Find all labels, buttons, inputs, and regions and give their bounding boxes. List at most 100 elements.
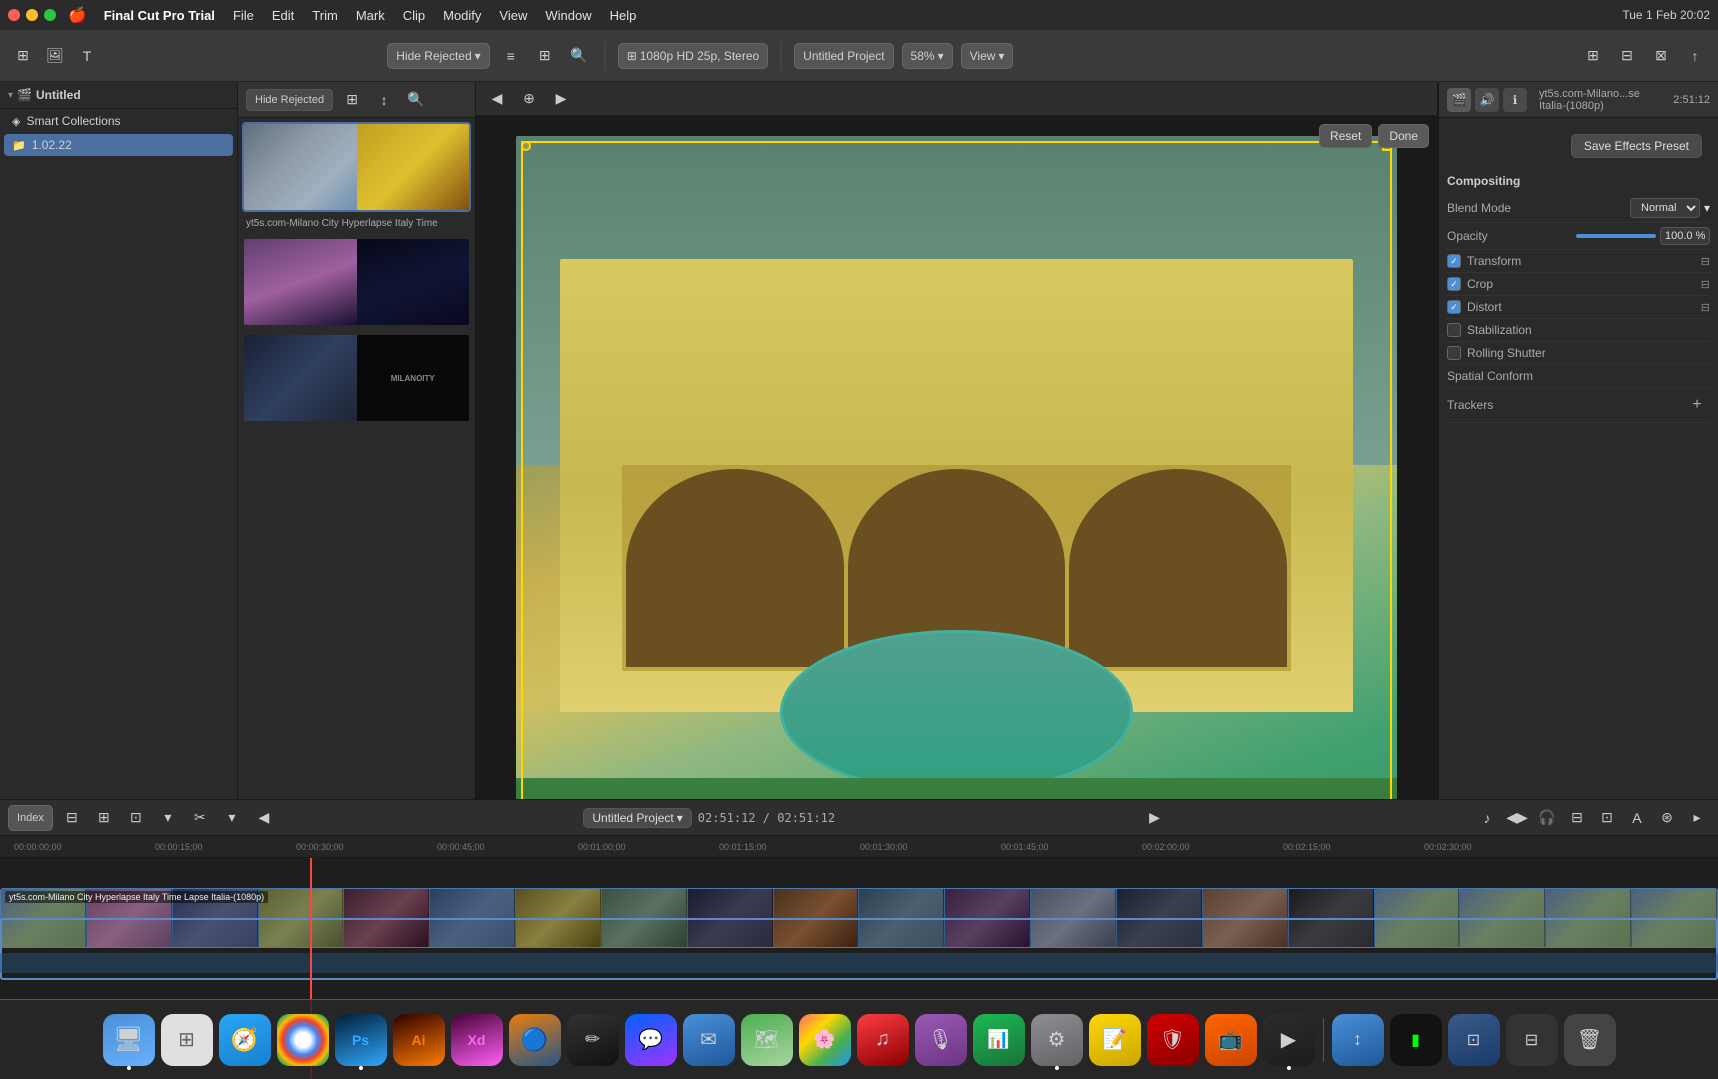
- dock-blender[interactable]: 🔵: [509, 1014, 561, 1066]
- dock-music[interactable]: ♫: [857, 1014, 909, 1066]
- toolbar-layout1[interactable]: ⊞: [1580, 43, 1606, 69]
- browser-sort[interactable]: ↕: [371, 87, 397, 113]
- sidebar-collapse-icon[interactable]: ▾: [8, 90, 13, 101]
- clip-item-2[interactable]: [242, 237, 471, 327]
- dock-safari[interactable]: 🧭: [219, 1014, 271, 1066]
- transform-expand-icon[interactable]: ⊟: [1701, 255, 1710, 268]
- dock-misc1[interactable]: ⊟: [1506, 1014, 1558, 1066]
- timeline-zoom-out[interactable]: ◀▶: [1504, 805, 1530, 831]
- dock-illustrator[interactable]: Ai: [393, 1014, 445, 1066]
- toolbar-share[interactable]: ↑: [1682, 43, 1708, 69]
- view-type-grid[interactable]: ⊞: [532, 43, 558, 69]
- rolling-shutter-checkbox[interactable]: [1447, 346, 1461, 360]
- opacity-input[interactable]: [1660, 227, 1710, 245]
- filter-hide-rejected[interactable]: Hide Rejected: [246, 89, 333, 111]
- dock-trash[interactable]: 🗑: [1564, 1014, 1616, 1066]
- timeline-selector[interactable]: ▾: [155, 805, 181, 831]
- timeline-record[interactable]: ⊛: [1654, 805, 1680, 831]
- stabilization-checkbox[interactable]: [1447, 323, 1461, 337]
- sidebar-item-date[interactable]: 📁 1.02.22: [4, 134, 233, 156]
- viewer-transform[interactable]: ⊕: [516, 86, 542, 112]
- dock-photoshop[interactable]: Ps: [335, 1014, 387, 1066]
- browser-search[interactable]: 🔍: [403, 87, 429, 113]
- timeline-next[interactable]: ▶: [1142, 805, 1168, 831]
- timeline-zoom-audio[interactable]: ♪: [1474, 805, 1500, 831]
- menu-trim[interactable]: Trim: [305, 6, 345, 25]
- crop-expand-icon[interactable]: ⊟: [1701, 278, 1710, 291]
- menu-mark[interactable]: Mark: [349, 6, 392, 25]
- timeline-project-dropdown[interactable]: Untitled Project ▾: [583, 808, 691, 828]
- dock-airdrop[interactable]: ↕: [1332, 1014, 1384, 1066]
- timeline-auto[interactable]: A: [1624, 805, 1650, 831]
- clip-row-2[interactable]: [242, 237, 471, 327]
- dock-finder[interactable]: 🖥: [103, 1014, 155, 1066]
- index-button[interactable]: Index: [8, 805, 53, 831]
- dock-taskman[interactable]: ⊡: [1448, 1014, 1500, 1066]
- project-dropdown[interactable]: Untitled Project: [794, 43, 893, 69]
- menu-modify[interactable]: Modify: [436, 6, 488, 25]
- dock-maps[interactable]: 🗺: [741, 1014, 793, 1066]
- dock-podcasts[interactable]: 🎙: [915, 1014, 967, 1066]
- menu-clip[interactable]: Clip: [396, 6, 432, 25]
- blend-mode-select[interactable]: Normal: [1630, 198, 1700, 218]
- distort-expand-icon[interactable]: ⊟: [1701, 301, 1710, 314]
- add-tracker-button[interactable]: +: [1684, 392, 1710, 418]
- app-name[interactable]: Final Cut Pro Trial: [97, 6, 222, 25]
- toolbar-layout3[interactable]: ⊠: [1648, 43, 1674, 69]
- fullscreen-button[interactable]: [44, 9, 56, 21]
- search-btn[interactable]: 🔍: [566, 43, 592, 69]
- timeline-tool[interactable]: ✂: [187, 805, 213, 831]
- toolbar-titles-btn[interactable]: T: [74, 43, 100, 69]
- timeline-overflow[interactable]: ▸: [1684, 805, 1710, 831]
- menu-window[interactable]: Window: [538, 6, 598, 25]
- inspector-tab-video[interactable]: 🎬: [1447, 88, 1471, 112]
- dock-xd[interactable]: Xd: [451, 1014, 503, 1066]
- done-button[interactable]: Done: [1378, 124, 1429, 148]
- timeline-btn3[interactable]: ⊡: [123, 805, 149, 831]
- viewer-next[interactable]: ▶: [548, 86, 574, 112]
- reset-button[interactable]: Reset: [1319, 124, 1372, 148]
- timeline-headphones[interactable]: 🎧: [1534, 805, 1560, 831]
- distort-checkbox[interactable]: ✓: [1447, 300, 1461, 314]
- crop-checkbox[interactable]: ✓: [1447, 277, 1461, 291]
- timeline-audio-quality[interactable]: ⊡: [1594, 805, 1620, 831]
- dock-system-prefs[interactable]: ⚙: [1031, 1014, 1083, 1066]
- browser-view-toggle[interactable]: ⊞: [339, 87, 365, 113]
- clip-item-1[interactable]: yt5s.com-Milano City Hyperlapse Italy Ti…: [242, 122, 471, 231]
- dock-bitdefender[interactable]: 🛡: [1147, 1014, 1199, 1066]
- minimize-button[interactable]: [26, 9, 38, 21]
- menu-edit[interactable]: Edit: [265, 6, 301, 25]
- transform-checkbox[interactable]: ✓: [1447, 254, 1461, 268]
- dock-numbers[interactable]: 📊: [973, 1014, 1025, 1066]
- format-dropdown[interactable]: ⊞ 1080p HD 25p, Stereo: [618, 43, 768, 69]
- save-effects-preset-button[interactable]: Save Effects Preset: [1571, 134, 1702, 158]
- timeline-video-quality[interactable]: ⊟: [1564, 805, 1590, 831]
- dock-fcp[interactable]: ▶: [1263, 1014, 1315, 1066]
- viewer-prev[interactable]: ◀: [484, 86, 510, 112]
- menu-help[interactable]: Help: [603, 6, 644, 25]
- timeline-btn1[interactable]: ⊟: [59, 805, 85, 831]
- inspector-tab-audio[interactable]: 🔊: [1475, 88, 1499, 112]
- sidebar-item-smart-collections[interactable]: ◈ Smart Collections: [4, 110, 233, 132]
- dock-photos[interactable]: 🌸: [799, 1014, 851, 1066]
- toolbar-photos-btn[interactable]: 🖼: [42, 43, 68, 69]
- view-type-list[interactable]: ≡: [498, 43, 524, 69]
- toolbar-layout2[interactable]: ⊟: [1614, 43, 1640, 69]
- dock-iterm[interactable]: ▮: [1390, 1014, 1442, 1066]
- dock-chrome[interactable]: [277, 1014, 329, 1066]
- clip-item-3[interactable]: MILANOITY: [242, 333, 471, 423]
- timeline-prev[interactable]: ◀: [251, 805, 277, 831]
- dock-mail[interactable]: ✉: [683, 1014, 735, 1066]
- filter-dropdown[interactable]: Hide Rejected ▾: [387, 43, 489, 69]
- menu-view[interactable]: View: [492, 6, 534, 25]
- inspector-tab-info[interactable]: ℹ: [1503, 88, 1527, 112]
- close-button[interactable]: [8, 9, 20, 21]
- view-dropdown[interactable]: View ▾: [961, 43, 1014, 69]
- clip-row-3[interactable]: MILANOITY: [242, 333, 471, 423]
- dock-messenger[interactable]: 💬: [625, 1014, 677, 1066]
- apple-menu[interactable]: 🍎: [68, 6, 87, 24]
- opacity-slider[interactable]: [1576, 234, 1656, 238]
- timeline-tool-dropdown[interactable]: ▾: [219, 805, 245, 831]
- timeline-btn2[interactable]: ⊞: [91, 805, 117, 831]
- clip-row-1[interactable]: [242, 122, 471, 212]
